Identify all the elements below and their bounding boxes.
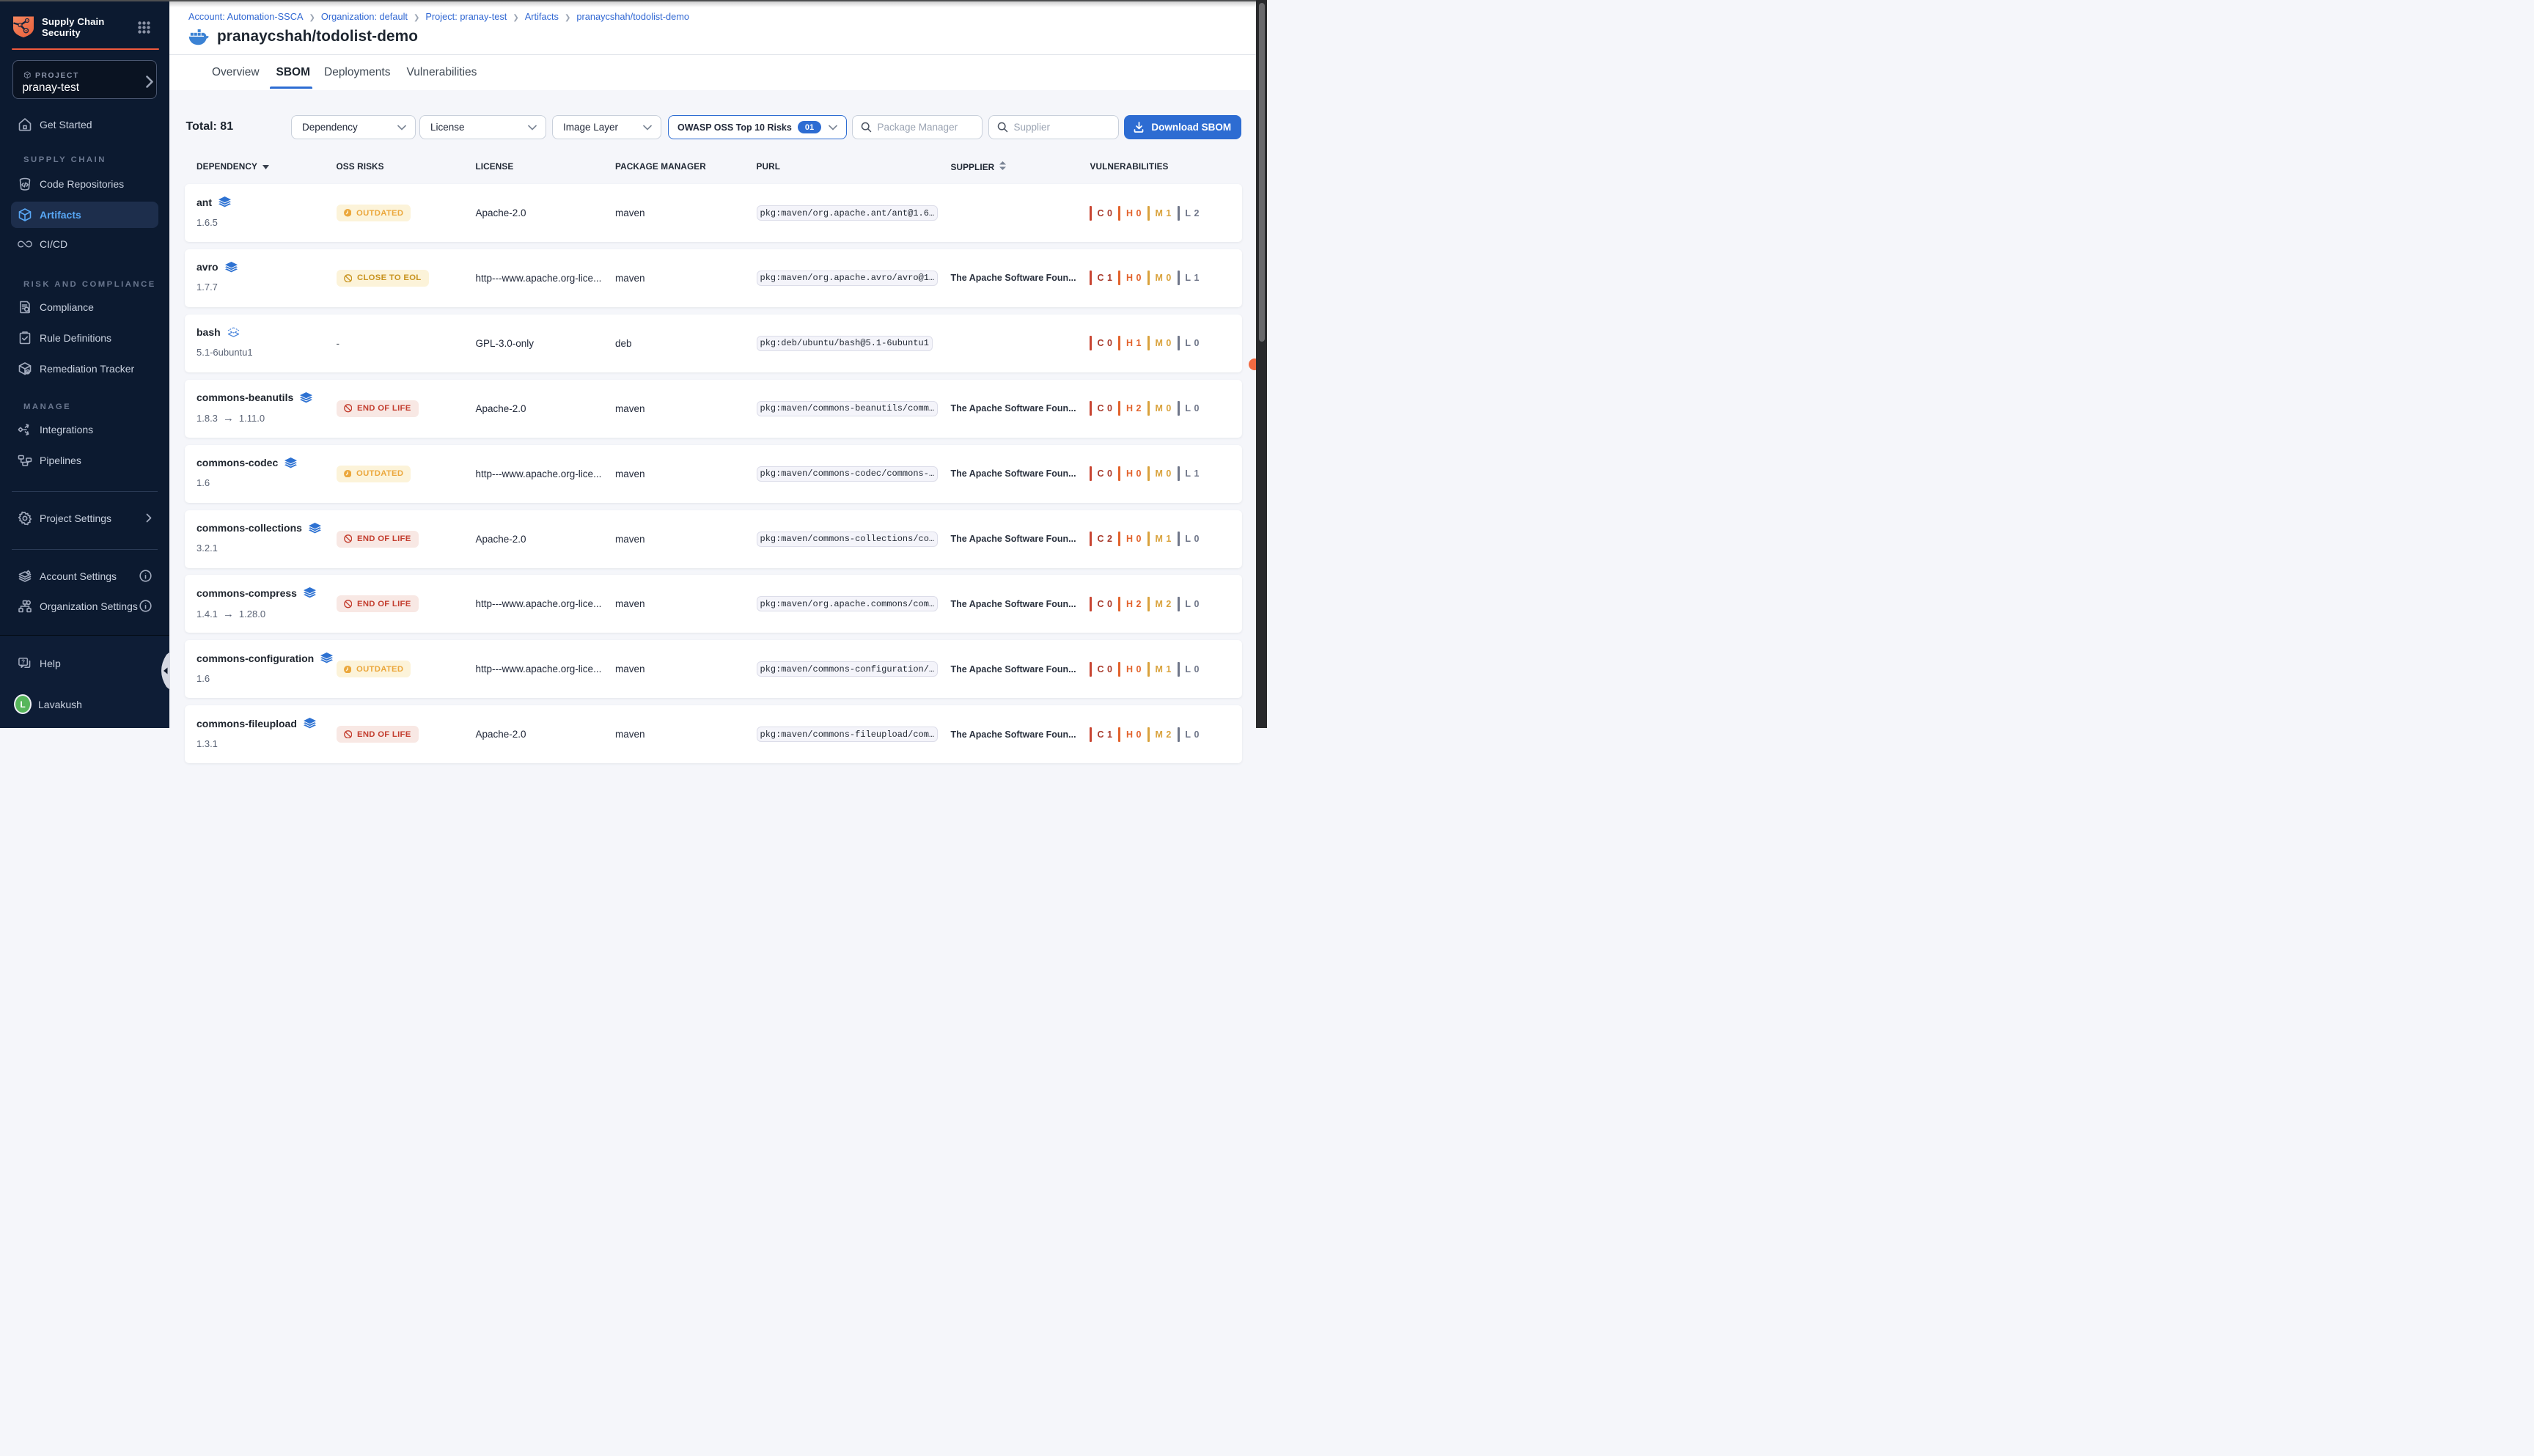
svg-text:?: ? (21, 658, 25, 665)
